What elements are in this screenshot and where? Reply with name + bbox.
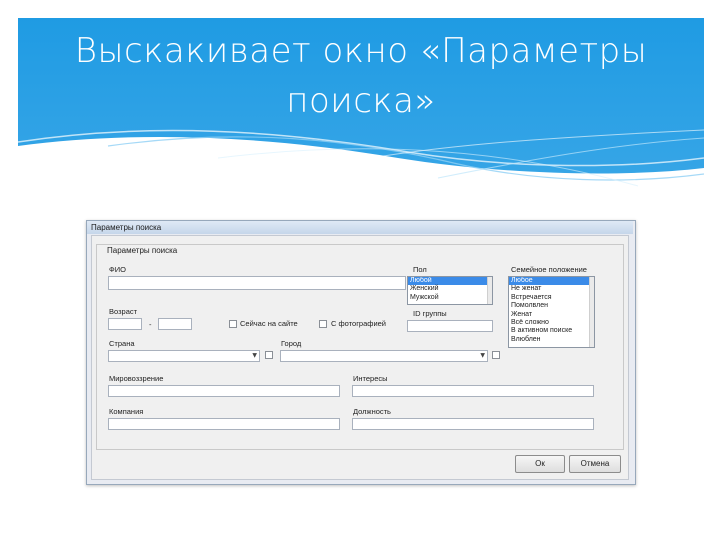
ok-button[interactable]: Ок	[515, 455, 565, 473]
age-label: Возраст	[109, 307, 138, 316]
age-separator: -	[149, 320, 152, 329]
city-checkbox[interactable]	[492, 351, 500, 359]
worldview-label: Мировоззрение	[109, 374, 164, 383]
group-id-label: ID группы	[413, 309, 447, 318]
worldview-input[interactable]	[108, 385, 340, 397]
slide-title-line-1: Выскакивает окно «Параметры	[74, 31, 648, 71]
marital-option[interactable]: Любое	[509, 277, 594, 286]
interests-label: Интересы	[353, 374, 388, 383]
country-combo[interactable]: ▼	[108, 350, 260, 362]
marital-listbox-scrollbar[interactable]	[589, 277, 594, 347]
position-input[interactable]	[352, 418, 594, 430]
search-params-group: Параметры поиска ФИО Возраст - Сейчас на…	[96, 244, 624, 450]
sex-option[interactable]: Мужской	[408, 294, 492, 302]
fio-input[interactable]	[108, 276, 406, 290]
marital-label: Семейное положение	[511, 265, 587, 274]
slide-title: Выскакивает окно «Параметры поиска»	[18, 26, 704, 126]
company-input[interactable]	[108, 418, 340, 430]
marital-option[interactable]: Не женат	[509, 285, 594, 293]
sex-label: Пол	[413, 265, 427, 274]
search-params-dialog: Параметры поиска Параметры поиска ФИО Во…	[86, 220, 636, 485]
slide-title-line-2: поиска»	[286, 81, 436, 121]
company-label: Компания	[109, 407, 144, 416]
marital-option[interactable]: В активном поиске	[509, 327, 594, 335]
group-title: Параметры поиска	[105, 246, 180, 256]
city-label: Город	[281, 339, 302, 348]
position-label: Должность	[353, 407, 391, 416]
age-to-input[interactable]	[158, 318, 192, 330]
marital-option[interactable]: Всё сложно	[509, 319, 594, 327]
online-label: Сейчас на сайте	[240, 319, 298, 328]
age-from-input[interactable]	[108, 318, 142, 330]
dialog-titlebar[interactable]: Параметры поиска	[87, 221, 633, 234]
cancel-button[interactable]: Отмена	[569, 455, 621, 473]
sex-option[interactable]: Женский	[408, 285, 492, 293]
sex-listbox[interactable]: Любой Женский Мужской	[407, 276, 493, 305]
sex-listbox-scrollbar[interactable]	[487, 277, 492, 304]
photo-checkbox[interactable]	[319, 320, 327, 328]
marital-option[interactable]: Встречается	[509, 294, 594, 302]
marital-option[interactable]: Помолвлен	[509, 302, 594, 310]
group-id-input[interactable]	[407, 320, 493, 332]
marital-option[interactable]: Женат	[509, 311, 594, 319]
online-checkbox[interactable]	[229, 320, 237, 328]
fio-label: ФИО	[109, 265, 126, 274]
chevron-down-icon[interactable]: ▼	[252, 351, 257, 361]
marital-listbox[interactable]: Любое Не женат Встречается Помолвлен Жен…	[508, 276, 595, 348]
marital-option[interactable]: Влюблен	[509, 336, 594, 344]
chevron-down-icon[interactable]: ▼	[480, 351, 485, 361]
photo-label: С фотографией	[331, 319, 386, 328]
interests-input[interactable]	[352, 385, 594, 397]
country-label: Страна	[109, 339, 135, 348]
country-checkbox[interactable]	[265, 351, 273, 359]
city-combo[interactable]: ▼	[280, 350, 488, 362]
dialog-client-area: Параметры поиска ФИО Возраст - Сейчас на…	[91, 235, 629, 480]
